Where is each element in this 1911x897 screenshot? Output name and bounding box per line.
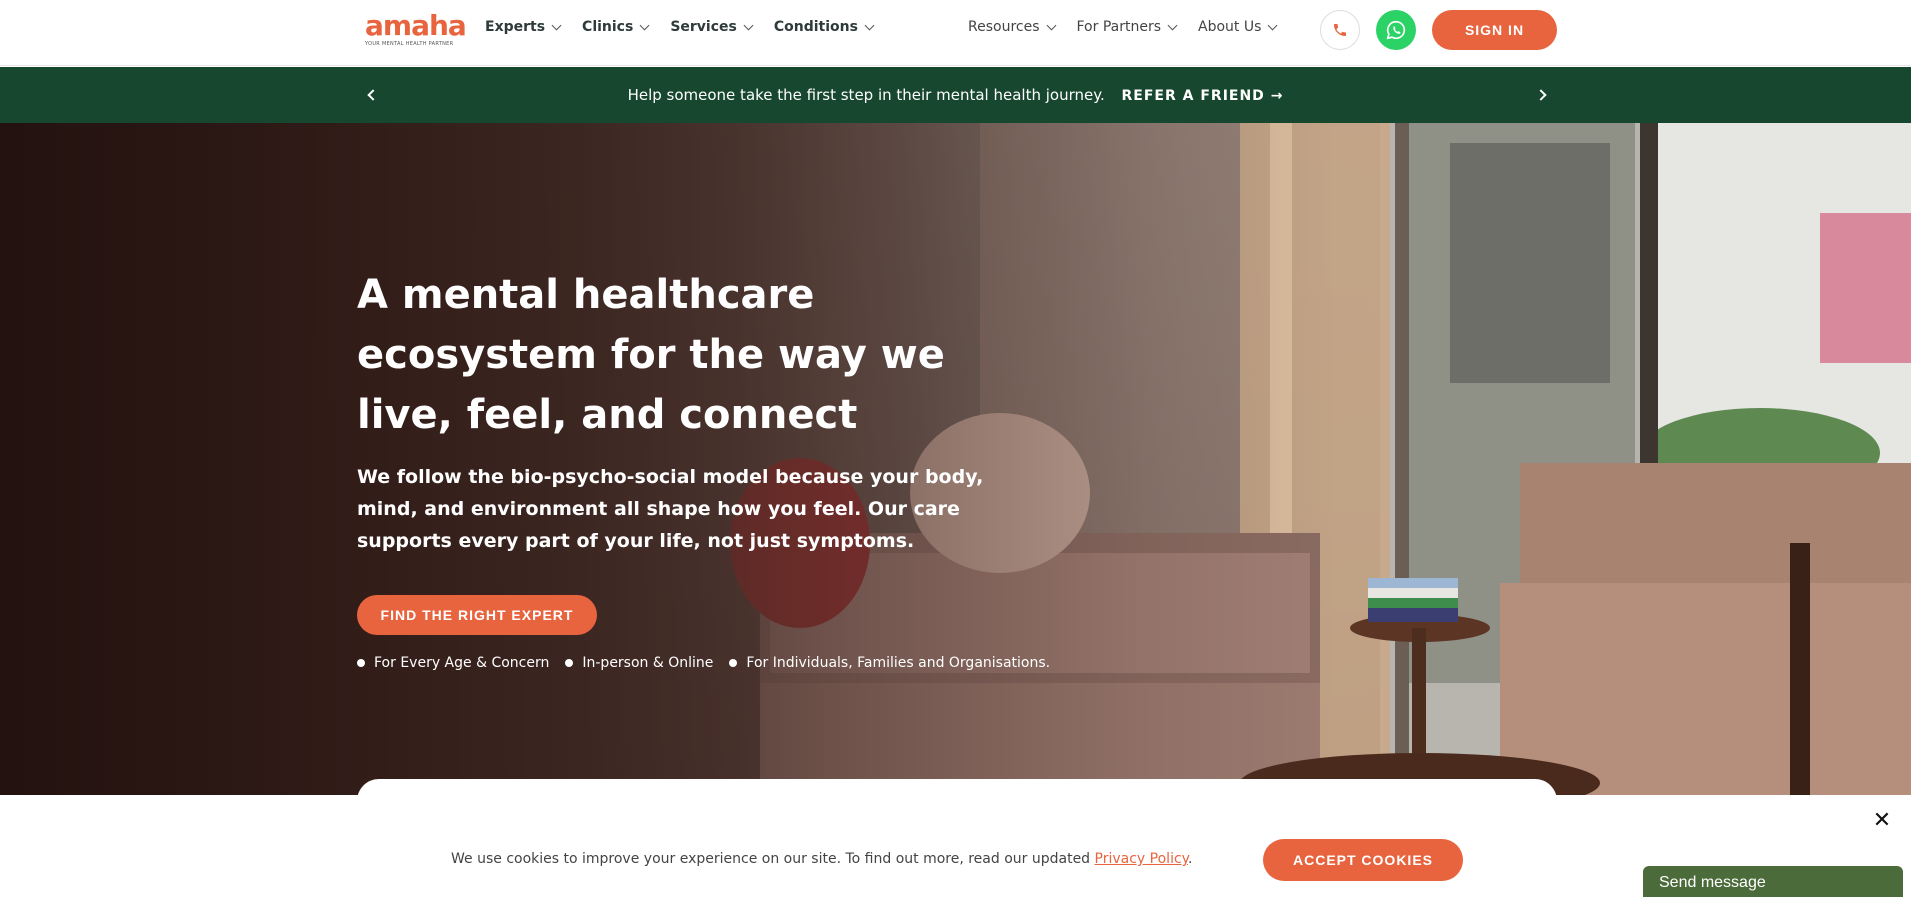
hero-section: A mental healthcare ecosystem for the wa… <box>0 123 1911 795</box>
hero-title: A mental healthcare ecosystem for the wa… <box>357 272 945 438</box>
chevron-down-icon <box>1167 20 1178 30</box>
bullet-dot-icon <box>729 659 738 667</box>
cookie-banner: We use cookies to improve your experienc… <box>0 795 1911 897</box>
announcement-next-button[interactable] <box>1532 86 1550 104</box>
arrow-right-icon: → <box>1270 88 1284 104</box>
cookie-message-suffix: . <box>1187 851 1193 867</box>
nav-experts-label: Experts <box>485 19 546 35</box>
logo-wordmark: amaha <box>365 9 467 42</box>
amaha-logo[interactable]: amaha YOUR MENTAL HEALTH PARTNER <box>365 9 467 48</box>
nav-experts[interactable]: Experts <box>485 19 562 35</box>
hero-search-card <box>357 779 1557 795</box>
cookie-message: We use cookies to improve your experienc… <box>451 851 1192 867</box>
whatsapp-icon <box>1386 20 1406 40</box>
feature-item-label: For Every Age & Concern <box>374 655 550 671</box>
nav-services-label: Services <box>670 19 737 35</box>
feature-item: In-person & Online <box>565 655 713 671</box>
nav-conditions[interactable]: Conditions <box>773 19 875 35</box>
secondary-nav: Resources For Partners About Us <box>968 0 1298 54</box>
call-button[interactable] <box>1320 10 1360 50</box>
chevron-right-icon <box>1535 89 1547 101</box>
primary-nav: Experts Clinics Services Conditions <box>485 0 895 54</box>
nav-for-partners[interactable]: For Partners <box>1076 19 1178 35</box>
hero-background-image <box>0 123 1911 795</box>
announcement-bar: Help someone take the first step in thei… <box>0 67 1911 123</box>
announcement-message: Help someone take the first step in thei… <box>0 86 1911 104</box>
feature-item-label: In-person & Online <box>582 655 714 671</box>
site-header: amaha YOUR MENTAL HEALTH PARTNER Experts… <box>0 0 1911 66</box>
nav-clinics[interactable]: Clinics <box>582 19 650 35</box>
nav-about-us-label: About Us <box>1198 19 1262 35</box>
accept-cookies-button[interactable]: ACCEPT COOKIES <box>1263 839 1463 881</box>
chevron-down-icon <box>864 20 875 30</box>
nav-conditions-label: Conditions <box>773 19 858 35</box>
refer-a-friend-link[interactable]: REFER A FRIEND → <box>1122 88 1284 104</box>
chevron-down-icon <box>743 20 754 30</box>
chevron-down-icon <box>1046 20 1056 30</box>
hero-subtitle: We follow the bio-psycho-social model be… <box>357 466 984 552</box>
close-icon[interactable]: ✕ <box>1872 810 1892 832</box>
nav-for-partners-label: For Partners <box>1076 19 1162 35</box>
nav-services[interactable]: Services <box>670 19 754 35</box>
privacy-policy-link[interactable]: Privacy Policy <box>1095 851 1188 867</box>
feature-item-label: For Individuals, Families and Organisati… <box>746 655 1051 671</box>
phone-icon <box>1334 24 1346 36</box>
chevron-down-icon <box>1267 20 1278 30</box>
bullet-dot-icon <box>357 659 365 667</box>
nav-resources[interactable]: Resources <box>968 19 1056 35</box>
feature-item: For Every Age & Concern <box>357 655 549 671</box>
hero-feature-list: For Every Age & Concern In-person & Onli… <box>357 655 1066 671</box>
chevron-down-icon <box>639 20 650 30</box>
nav-clinics-label: Clinics <box>582 19 634 35</box>
announcement-text: Help someone take the first step in thei… <box>627 86 1105 104</box>
logo-tagline: YOUR MENTAL HEALTH PARTNER <box>365 41 454 47</box>
feature-item: For Individuals, Families and Organisati… <box>729 655 1050 671</box>
find-right-expert-button[interactable]: FIND THE RIGHT EXPERT <box>357 595 597 635</box>
refer-a-friend-label: REFER A FRIEND <box>1121 88 1265 104</box>
send-message-chat-tab[interactable]: Send message <box>1643 866 1903 897</box>
chevron-down-icon <box>551 20 562 30</box>
cookie-message-text: We use cookies to improve your experienc… <box>451 851 1091 867</box>
sign-in-button[interactable]: SIGN IN <box>1432 10 1557 50</box>
bullet-dot-icon <box>565 659 574 667</box>
whatsapp-button[interactable] <box>1376 10 1416 50</box>
nav-about-us[interactable]: About Us <box>1198 19 1278 35</box>
nav-resources-label: Resources <box>968 19 1040 35</box>
